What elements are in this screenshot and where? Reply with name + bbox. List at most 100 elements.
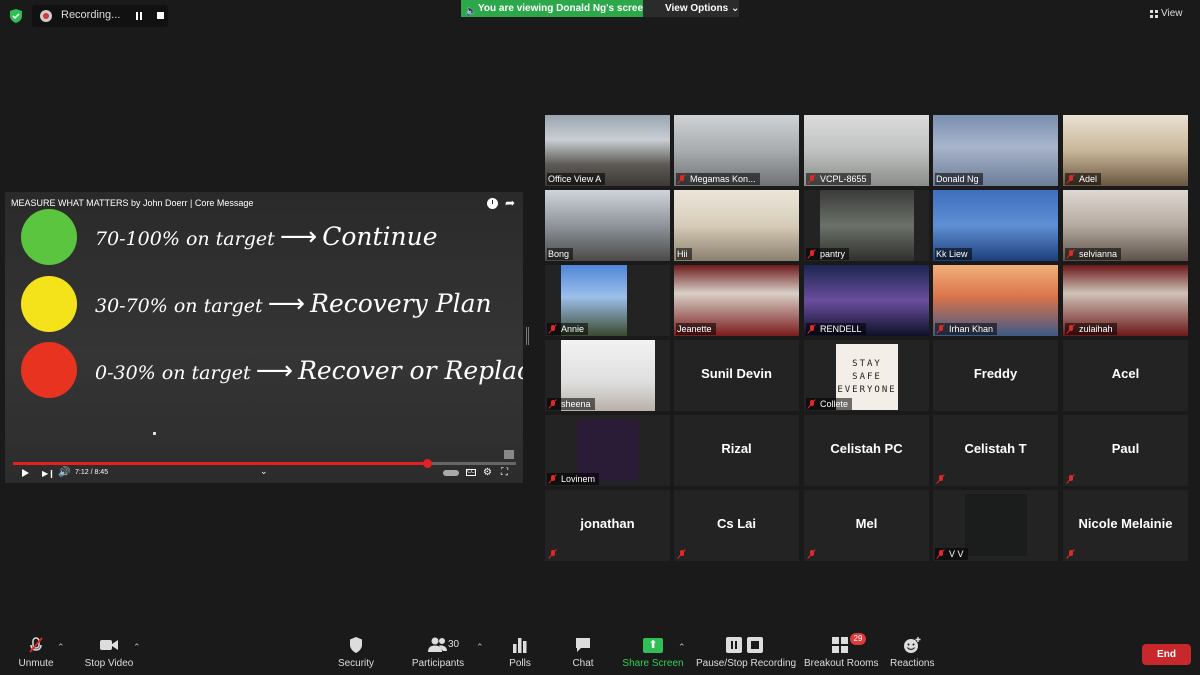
reactions-button[interactable]: Reactions <box>890 636 934 669</box>
participant-name-label: Adel <box>1065 173 1102 185</box>
participant-tile[interactable]: Sunil Devin <box>674 340 799 411</box>
participant-video <box>674 190 799 261</box>
breakout-rooms-button[interactable]: 29 Breakout Rooms <box>804 633 878 669</box>
participant-tile[interactable]: Adel <box>1063 115 1188 186</box>
video-camera-icon <box>84 636 134 654</box>
polls-button[interactable]: Polls <box>505 636 535 669</box>
unmute-button[interactable]: Unmute <box>14 636 58 669</box>
share-arrow-icon[interactable]: ➦ <box>505 196 515 210</box>
view-options-button[interactable]: View Options ⌄ <box>643 0 739 17</box>
participant-name: Jeanette <box>677 324 712 334</box>
participant-tile[interactable]: Hii <box>674 190 799 261</box>
participant-tile[interactable]: Cs Lai <box>674 490 799 561</box>
play-icon[interactable] <box>22 469 29 477</box>
pause-recording-icon[interactable] <box>132 9 146 23</box>
participant-tile[interactable]: sheena <box>545 340 670 411</box>
slide-line-1: 70-100% on target ⟶ Continue <box>95 222 438 252</box>
participant-tile[interactable]: Freddy <box>933 340 1058 411</box>
participant-tile[interactable]: Lovinem <box>545 415 670 486</box>
participants-count: 30 <box>448 639 460 650</box>
participant-name: zulaihah <box>1079 324 1113 334</box>
participant-name: Office View A <box>548 174 602 184</box>
participant-tile[interactable]: Kk Liew <box>933 190 1058 261</box>
pause-stop-recording-button[interactable]: Pause/Stop Recording <box>696 636 797 669</box>
share-options-caret-icon[interactable]: ⌃ <box>678 642 686 653</box>
participant-tile[interactable]: Paul <box>1063 415 1188 486</box>
watch-later-icon[interactable] <box>487 198 498 209</box>
splitter-handle[interactable] <box>526 327 529 345</box>
security-shield-icon[interactable] <box>8 8 24 24</box>
recording-control-label: Pause/Stop Recording <box>696 658 797 669</box>
participant-name-label: Jeanette <box>676 323 716 335</box>
participant-name: pantry <box>820 249 846 259</box>
participant-tile[interactable]: Mel <box>804 490 929 561</box>
participant-name-label: Lovinem <box>547 473 600 485</box>
video-progress-bar[interactable] <box>13 459 516 468</box>
participant-tile[interactable]: STAY SAFE EVERYONE Collete <box>804 340 929 411</box>
settings-gear-icon[interactable]: ⚙ <box>483 467 492 478</box>
participant-tile[interactable]: pantry <box>804 190 929 261</box>
mic-muted-icon <box>936 324 946 334</box>
stop-recording-icon[interactable] <box>154 9 168 23</box>
audio-options-caret-icon[interactable]: ⌃ <box>57 642 65 653</box>
mute-indicator <box>806 548 824 560</box>
participant-display-name: Sunil Devin <box>701 366 772 381</box>
chat-bubble-icon <box>568 636 598 654</box>
slide-line-1-pct: 70-100% on target <box>95 228 275 250</box>
participant-tile[interactable]: Office View A <box>545 115 670 186</box>
participant-tile[interactable]: Celistah T <box>933 415 1058 486</box>
participant-tile[interactable]: Nicole Melainie <box>1063 490 1188 561</box>
shared-screen[interactable]: MEASURE WHAT MATTERS by John Doerr | Cor… <box>5 192 523 483</box>
participant-tile[interactable]: V V <box>933 490 1058 561</box>
participant-tile[interactable]: Rizal <box>674 415 799 486</box>
autoplay-toggle[interactable] <box>443 470 459 476</box>
participant-tile[interactable]: Megamas Kon... <box>674 115 799 186</box>
mic-muted-icon <box>548 324 558 334</box>
participant-name-label: Annie <box>547 323 589 335</box>
participant-tile[interactable]: selvianna <box>1063 190 1188 261</box>
participant-name: Lovinem <box>561 474 596 484</box>
participant-tile[interactable]: Annie <box>545 265 670 336</box>
chat-button[interactable]: Chat <box>568 636 598 669</box>
mute-indicator <box>547 548 565 560</box>
participant-name-label: VCPL-8655 <box>806 173 871 185</box>
participant-display-name: Mel <box>855 516 878 531</box>
video-options-caret-icon[interactable]: ⌃ <box>133 642 141 653</box>
participant-tile[interactable]: Donald Ng <box>933 115 1058 186</box>
next-video-icon[interactable]: ▶❙ <box>42 469 55 478</box>
security-shield-icon <box>336 636 376 654</box>
end-meeting-button[interactable]: End <box>1142 644 1191 665</box>
stop-video-button[interactable]: Stop Video <box>84 636 134 669</box>
participant-tile[interactable]: jonathan <box>545 490 670 561</box>
volume-icon[interactable]: 🔊 <box>58 467 70 478</box>
chevron-down-icon[interactable]: ⌄ <box>260 466 268 477</box>
participant-display-name: Paul <box>1111 441 1140 456</box>
participant-tile[interactable]: Bong <box>545 190 670 261</box>
security-button[interactable]: Security <box>336 636 376 669</box>
red-status-circle <box>21 342 77 398</box>
participant-name: sheena <box>561 399 591 409</box>
participants-caret-icon[interactable]: ⌃ <box>476 642 484 653</box>
participant-tile[interactable]: Irhan Khan <box>933 265 1058 336</box>
participant-name: Irhan Khan <box>949 324 994 334</box>
participant-name-label: selvianna <box>1065 248 1122 260</box>
view-button[interactable]: View <box>1150 6 1194 22</box>
participant-tile[interactable]: Celistah PC <box>804 415 929 486</box>
participant-name-label: V V <box>935 548 968 560</box>
participant-name-label: sheena <box>547 398 595 410</box>
participant-tile[interactable]: VCPL-8655 <box>804 115 929 186</box>
participant-tile[interactable]: RENDELL <box>804 265 929 336</box>
participant-tile[interactable]: Acel <box>1063 340 1188 411</box>
participants-button[interactable]: 30 Participants <box>410 636 466 669</box>
reactions-label: Reactions <box>890 658 935 669</box>
share-screen-button[interactable]: ⬆ Share Screen <box>622 636 684 669</box>
video-progress-knob[interactable] <box>423 459 433 468</box>
participant-tile[interactable]: Jeanette <box>674 265 799 336</box>
miniplayer-icon[interactable] <box>504 450 514 459</box>
speaker-icon: 🔈 <box>465 6 478 17</box>
fullscreen-icon[interactable]: ⛶ <box>501 467 508 478</box>
participant-display-name: jonathan <box>580 516 635 531</box>
participant-tile[interactable]: zulaihah <box>1063 265 1188 336</box>
captions-icon[interactable]: CC <box>466 469 476 476</box>
mic-muted-icon <box>936 474 946 484</box>
